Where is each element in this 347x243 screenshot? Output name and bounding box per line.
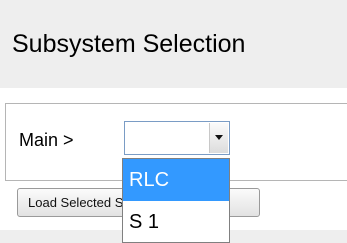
dropdown-option-s1[interactable]: S 1	[123, 201, 229, 242]
chevron-down-icon[interactable]	[209, 123, 228, 153]
subsystem-dropdown-list[interactable]: RLC S 1	[122, 158, 230, 243]
dropdown-option-rlc[interactable]: RLC	[123, 159, 229, 201]
page-title: Subsystem Selection	[12, 30, 246, 58]
page-header: Subsystem Selection	[0, 0, 347, 88]
subsystem-select[interactable]	[124, 121, 230, 155]
breadcrumb-label: Main >	[19, 130, 74, 150]
